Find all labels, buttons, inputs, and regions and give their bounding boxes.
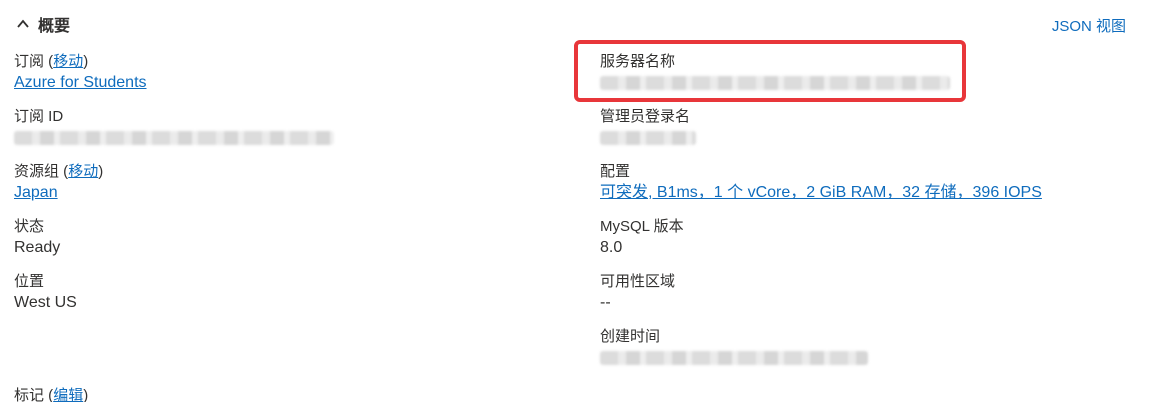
status-property: 状态 Ready (14, 217, 60, 259)
redacted-subscription-id (14, 130, 334, 145)
resource-group-value-row: Japan (14, 182, 103, 204)
subscription-id-property: 订阅 ID (14, 107, 334, 149)
overview-page: 概要 JSON 视图 订阅 (移动) Azure for Students 订阅… (0, 0, 1150, 402)
subscription-value-link[interactable]: Azure for Students (14, 74, 147, 91)
section-title: 概要 (38, 18, 71, 35)
created-time-value (600, 347, 868, 369)
configuration-label: 配置 (600, 163, 631, 180)
json-view-link[interactable]: JSON 视图 (1052, 15, 1126, 36)
highlight-box (574, 40, 966, 102)
configuration-value-row: 可突发, B1ms，1 个 vCore，2 GiB RAM，32 存储，396 … (600, 182, 1042, 204)
redacted-admin-login (600, 130, 696, 145)
admin-login-value (600, 127, 696, 149)
mysql-version-label: MySQL 版本 (600, 218, 684, 235)
mysql-version-value: 8.0 (600, 239, 623, 256)
admin-login-property: 管理员登录名 (600, 107, 696, 149)
subscription-value-row: Azure for Students (14, 72, 147, 94)
resource-group-label-row: 资源组 (移动) (14, 163, 104, 180)
location-property: 位置 West US (14, 272, 77, 314)
availability-zone-property: 可用性区域 -- (600, 272, 675, 314)
redacted-created-time (600, 350, 868, 365)
admin-login-label: 管理员登录名 (600, 108, 691, 125)
subscription-id-label: 订阅 ID (14, 108, 64, 125)
overview-section-header[interactable]: 概要 (16, 12, 70, 36)
configuration-value-link[interactable]: 可突发, B1ms，1 个 vCore，2 GiB RAM，32 存储，396 … (600, 184, 1042, 201)
availability-zone-label: 可用性区域 (600, 273, 676, 290)
resource-group-value-link[interactable]: Japan (14, 184, 58, 201)
mysql-version-property: MySQL 版本 8.0 (600, 217, 684, 259)
resource-group-property: 资源组 (移动) Japan (14, 162, 103, 204)
created-time-property: 创建时间 (600, 327, 868, 369)
tags-label-row: 标记 (编辑) (14, 387, 89, 402)
location-value: West US (14, 294, 77, 311)
subscription-label-row: 订阅 (移动) (14, 53, 89, 70)
resource-group-move-link[interactable]: 移动 (68, 163, 98, 180)
chevron-up-icon (17, 19, 29, 28)
status-label: 状态 (14, 218, 45, 235)
subscription-property: 订阅 (移动) Azure for Students (14, 52, 147, 94)
availability-zone-value: -- (600, 294, 611, 311)
location-label: 位置 (14, 273, 45, 290)
status-value: Ready (14, 239, 61, 256)
configuration-property: 配置 可突发, B1ms，1 个 vCore，2 GiB RAM，32 存储，3… (600, 162, 1042, 204)
created-time-label: 创建时间 (600, 328, 661, 345)
subscription-id-value (14, 127, 334, 149)
subscription-label: 订阅 (14, 53, 45, 70)
tags-label: 标记 (14, 387, 45, 402)
tags-edit-link[interactable]: 编辑 (53, 387, 83, 402)
subscription-move-link[interactable]: 移动 (53, 53, 83, 70)
tags-property: 标记 (编辑) (14, 386, 88, 402)
resource-group-label: 资源组 (14, 163, 60, 180)
